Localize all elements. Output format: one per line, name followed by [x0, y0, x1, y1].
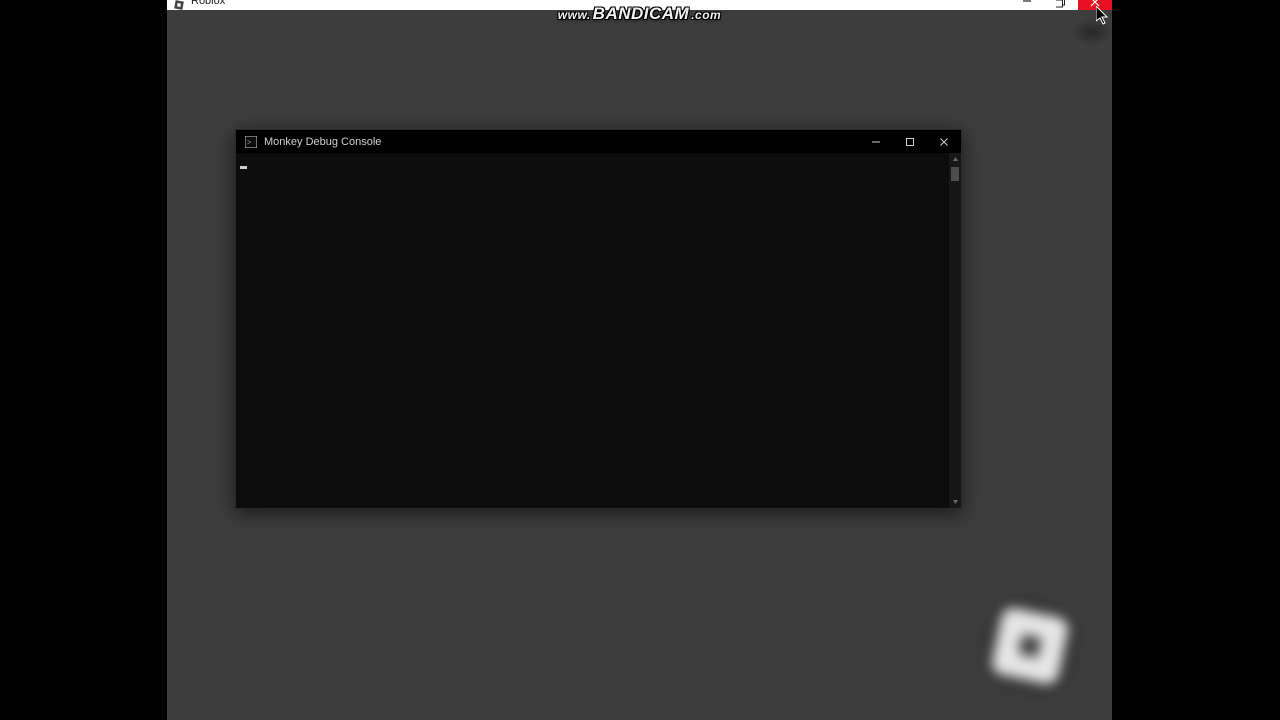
- console-cursor: [240, 166, 247, 169]
- background-window-controls: [1010, 0, 1112, 10]
- background-maximize-button[interactable]: [1044, 0, 1078, 10]
- background-window-titlebar[interactable]: Roblox: [167, 0, 1112, 10]
- console-minimize-button[interactable]: [859, 130, 893, 153]
- console-titlebar[interactable]: > Monkey Debug Console: [236, 130, 961, 153]
- vignette-shadow: [1062, 12, 1122, 52]
- console-title: Monkey Debug Console: [264, 136, 381, 148]
- background-close-button[interactable]: [1078, 0, 1112, 10]
- scroll-down-button[interactable]: [949, 495, 961, 508]
- console-close-button[interactable]: [927, 130, 961, 153]
- console-maximize-button[interactable]: [893, 130, 927, 153]
- app-stage: Roblox www.BANDICAM.com > Monkey Debug C…: [167, 0, 1112, 720]
- console-output[interactable]: [236, 153, 948, 508]
- background-minimize-button[interactable]: [1010, 0, 1044, 10]
- scroll-thumb[interactable]: [951, 167, 959, 181]
- watermark-suffix: .com: [691, 8, 721, 22]
- console-scrollbar[interactable]: [948, 153, 961, 508]
- console-app-icon: >: [244, 135, 258, 149]
- watermark-prefix: www.: [558, 8, 591, 22]
- background-window-icon: [171, 0, 187, 10]
- svg-text:>: >: [247, 138, 252, 147]
- background-window-title: Roblox: [191, 0, 225, 7]
- console-window[interactable]: > Monkey Debug Console: [235, 129, 962, 509]
- scroll-up-button[interactable]: [949, 153, 961, 166]
- loading-logo: [996, 612, 1064, 680]
